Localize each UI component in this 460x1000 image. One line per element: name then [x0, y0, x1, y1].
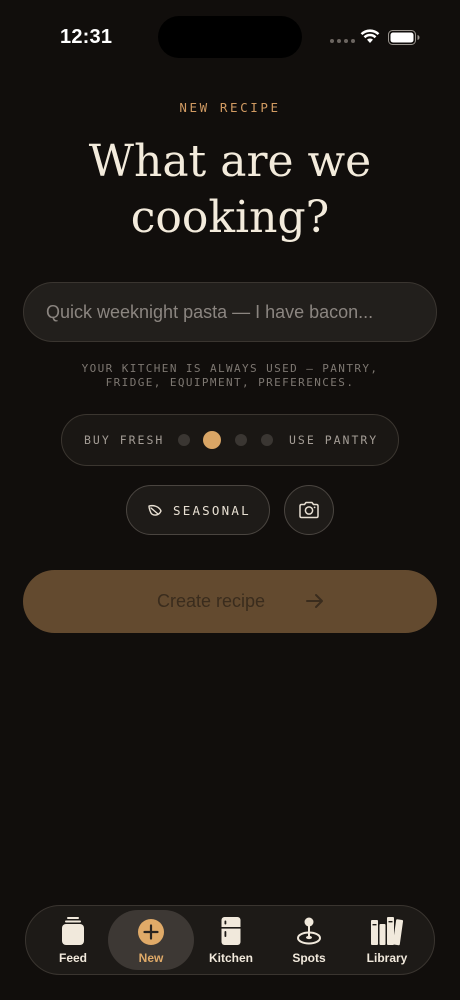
buy-fresh-label[interactable]: BUY FRESH	[84, 433, 164, 447]
page-title-line-1: What are we	[88, 136, 372, 187]
map-pin-icon	[297, 917, 321, 945]
slider-step-4[interactable]	[261, 434, 273, 446]
slider-step-2[interactable]	[203, 431, 221, 449]
tab-new-label: New	[138, 951, 164, 965]
slider-step-1[interactable]	[178, 434, 190, 446]
leaf-icon	[148, 504, 162, 516]
tab-feed-label: Feed	[58, 951, 87, 965]
fresh-pantry-slider[interactable]: BUY FRESH USE PANTRY	[61, 414, 399, 466]
tab-feed[interactable]: Feed	[30, 910, 116, 970]
recipe-prompt-field[interactable]	[23, 282, 437, 342]
tab-spots[interactable]: Spots	[266, 910, 352, 970]
tab-spots-label: Spots	[292, 951, 326, 965]
tab-new[interactable]: New	[108, 910, 194, 970]
tab-kitchen[interactable]: Kitchen	[188, 910, 274, 970]
seasonal-toggle-button[interactable]: SEASONAL	[126, 485, 270, 535]
arrow-right-icon	[306, 594, 323, 608]
create-recipe-button[interactable]: Create recipe	[23, 570, 437, 633]
page-eyebrow: NEW RECIPE	[179, 100, 281, 115]
battery-icon	[388, 30, 420, 45]
status-bar: 12:31	[0, 0, 460, 70]
cellular-signal-icon	[330, 39, 355, 43]
page-title: What are we cooking?	[0, 134, 460, 246]
camera-icon	[299, 501, 319, 519]
status-time: 12:31	[60, 26, 113, 48]
books-icon	[371, 917, 404, 946]
dynamic-island	[158, 16, 302, 58]
jar-icon	[62, 917, 84, 945]
camera-button[interactable]	[284, 485, 334, 535]
tab-kitchen-label: Kitchen	[208, 951, 253, 965]
fridge-icon	[221, 917, 241, 945]
create-recipe-label: Create recipe	[157, 591, 266, 611]
page-title-line-2: cooking?	[130, 192, 330, 243]
bottom-tab-bar: Feed New Kitchen Spots Library	[25, 905, 435, 975]
slider-step-3[interactable]	[235, 434, 247, 446]
wifi-icon	[360, 29, 380, 43]
plus-circle-icon	[138, 919, 164, 945]
tab-library-label: Library	[366, 951, 408, 965]
tab-library[interactable]: Library	[344, 910, 430, 970]
use-pantry-label[interactable]: USE PANTRY	[289, 433, 378, 447]
recipe-prompt-input[interactable]	[46, 283, 416, 341]
kitchen-helper-text: YOUR KITCHEN IS ALWAYS USED — PANTRY, FR…	[81, 362, 379, 389]
seasonal-label: SEASONAL	[173, 503, 251, 518]
